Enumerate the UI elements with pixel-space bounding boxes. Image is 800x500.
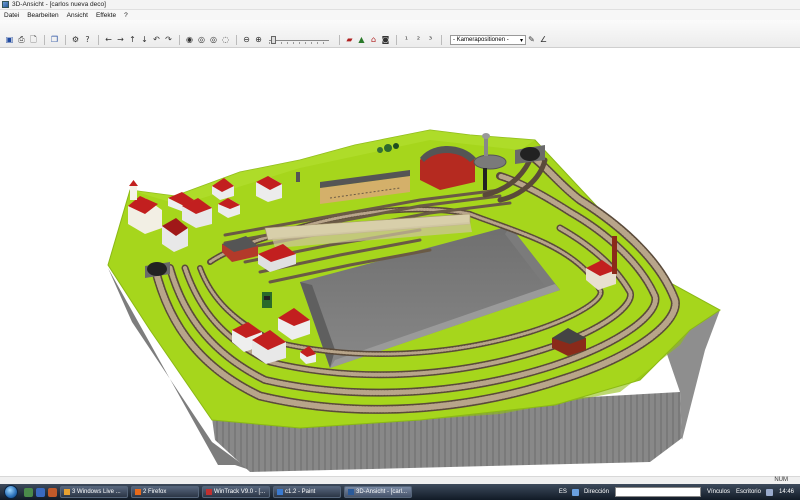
- camera-position-label: - Kamerapositionen -: [453, 37, 509, 43]
- paint-icon: [277, 489, 283, 495]
- task-wintrack[interactable]: WinTrack V9.0 - [...: [202, 486, 270, 498]
- title-bar: 3D-Ansicht - [carlos nueva deco]: [0, 0, 800, 10]
- arrow-right-icon[interactable]: →: [115, 35, 126, 46]
- system-tray: ES Dirección Vínculos Escritorio 14:46: [556, 484, 800, 500]
- cam3-icon[interactable]: ³: [425, 35, 436, 46]
- rotate-left-icon[interactable]: ↶: [151, 35, 162, 46]
- menu-datei[interactable]: Datei: [0, 12, 23, 19]
- help-icon[interactable]: ?: [82, 35, 93, 46]
- rotate-right-icon[interactable]: ↷: [163, 35, 174, 46]
- zoom-slider-knob[interactable]: [271, 36, 276, 44]
- menu-ansicht[interactable]: Ansicht: [63, 12, 92, 19]
- arrow-left-icon[interactable]: ←: [103, 35, 114, 46]
- eye-move-icon[interactable]: ◉: [184, 35, 195, 46]
- engine-shed: [420, 146, 476, 190]
- cam1-icon[interactable]: ¹: [401, 35, 412, 46]
- app-window: 3D-Ansicht - [carlos nueva deco] Datei B…: [0, 0, 800, 500]
- toolbar: ▣ ⎙ 🗋 ❐ ⚙ ? ← → ↑ ↓ ↶ ↷ ◉ ◎ ◎ ◌ ⊖ ⊕ ▰ ▲ …: [0, 20, 800, 48]
- menu-bearbeiten[interactable]: Bearbeiten: [23, 12, 62, 19]
- toolbar-separator: [396, 35, 397, 45]
- toolbar-separator: [44, 35, 45, 45]
- task-3d-ansicht[interactable]: 3D-Ansicht - [carl...: [344, 486, 412, 498]
- 3d-view-icon: [348, 489, 354, 495]
- print-icon[interactable]: ⎙: [16, 35, 27, 46]
- pen-icon[interactable]: ✎: [526, 35, 537, 46]
- ie-icon[interactable]: [36, 487, 45, 497]
- arrow-down-icon[interactable]: ↓: [139, 35, 150, 46]
- train-icon[interactable]: ▰: [344, 35, 355, 46]
- firefox-icon[interactable]: [48, 487, 57, 497]
- wintrack-icon: [206, 489, 212, 495]
- print-preview-icon[interactable]: 🗋: [28, 35, 39, 46]
- arrow-up-icon[interactable]: ↑: [127, 35, 138, 46]
- turntable: [473, 154, 507, 170]
- volume-icon[interactable]: [765, 488, 773, 496]
- copy-icon[interactable]: ❐: [49, 35, 60, 46]
- taskbar: 3 Windows Live ... 2 Firefox WinTrack V9…: [0, 484, 800, 500]
- menu-bar: Datei Bearbeiten Ansicht Effekte ?: [0, 10, 800, 20]
- landscape-icon[interactable]: ▲: [356, 35, 367, 46]
- angle-icon[interactable]: ∠: [538, 35, 549, 46]
- toolbar-separator: [339, 35, 340, 45]
- eye-orbit-icon[interactable]: ◌: [220, 35, 231, 46]
- toolbar-separator: [98, 35, 99, 45]
- language-indicator[interactable]: ES: [559, 489, 567, 495]
- save-icon[interactable]: ▣: [4, 35, 15, 46]
- app-icon: [2, 1, 9, 8]
- eye-rotate2-icon[interactable]: ◎: [208, 35, 219, 46]
- start-button[interactable]: [4, 485, 18, 499]
- chevron-down-icon: ▾: [519, 37, 523, 44]
- zoom-slider[interactable]: [269, 35, 329, 45]
- windows-live-icon: [64, 489, 70, 495]
- clock[interactable]: 14:46: [779, 489, 794, 495]
- address-input[interactable]: [614, 487, 701, 497]
- layout-3d-scene[interactable]: [0, 48, 800, 478]
- zoom-in-icon[interactable]: ⊕: [253, 35, 264, 46]
- window-title: 3D-Ansicht - [carlos nueva deco]: [12, 1, 106, 8]
- task-firefox[interactable]: 2 Firefox: [131, 486, 199, 498]
- settings-icon[interactable]: ⚙: [70, 35, 81, 46]
- toolbar-separator: [236, 35, 237, 45]
- toolbar-separator: [65, 35, 66, 45]
- task-paint[interactable]: c1.2 - Paint: [273, 486, 341, 498]
- desktop-icon[interactable]: [24, 487, 33, 497]
- address-label: Dirección: [583, 489, 609, 495]
- toolbar-separator: [179, 35, 180, 45]
- network-icon[interactable]: [571, 488, 579, 496]
- menu-help[interactable]: ?: [120, 12, 132, 19]
- toolbar-separator: [441, 35, 442, 45]
- task-windows-live[interactable]: 3 Windows Live ...: [60, 486, 128, 498]
- house-icon[interactable]: ⌂: [368, 35, 379, 46]
- camera-position-select[interactable]: - Kamerapositionen - ▾: [450, 35, 526, 45]
- menu-effekte[interactable]: Effekte: [92, 12, 120, 19]
- cam2-icon[interactable]: ²: [413, 35, 424, 46]
- num-lock-indicator: NUM: [774, 477, 788, 483]
- status-bar: NUM: [0, 476, 800, 484]
- desktop-label[interactable]: Escritorio: [736, 489, 761, 495]
- camera-icon[interactable]: ◙: [380, 35, 391, 46]
- eye-rotate-icon[interactable]: ◎: [196, 35, 207, 46]
- firefox-task-icon: [135, 489, 141, 495]
- zoom-out-icon[interactable]: ⊖: [241, 35, 252, 46]
- toolbar-row: ▣ ⎙ 🗋 ❐ ⚙ ? ← → ↑ ↓ ↶ ↷ ◉ ◎ ◎ ◌ ⊖ ⊕ ▰ ▲ …: [4, 34, 550, 46]
- 3d-viewport[interactable]: [0, 48, 800, 478]
- links-label[interactable]: Vínculos: [707, 489, 730, 495]
